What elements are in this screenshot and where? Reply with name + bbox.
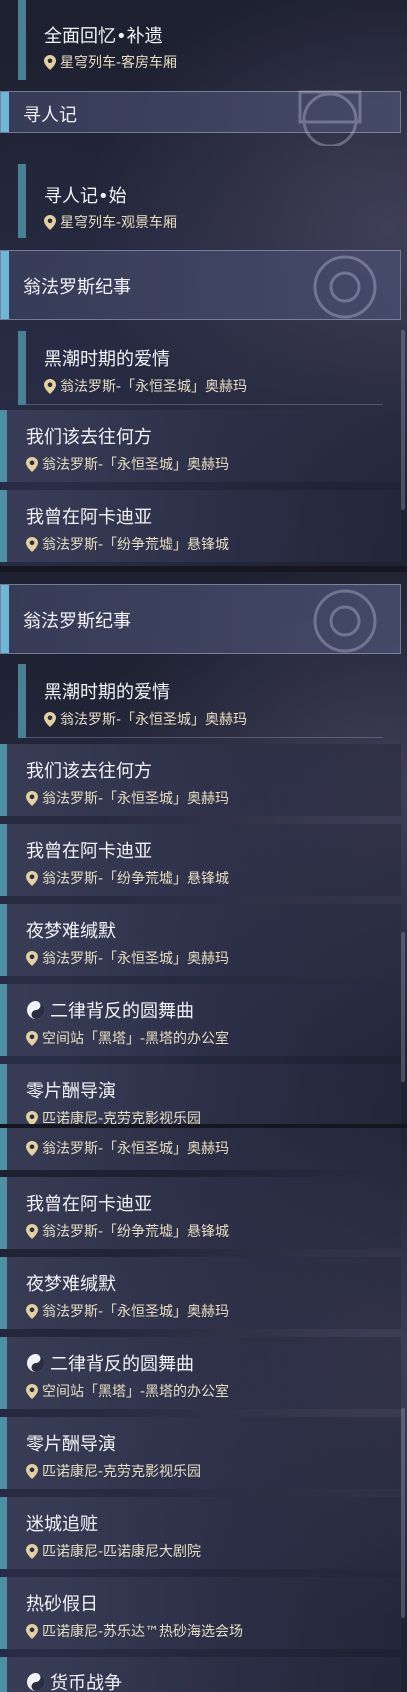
quest-item[interactable]: 夜梦难缄默 翁法罗斯-「永恒圣城」奥赫玛 (0, 904, 401, 976)
section-emblem-icon (298, 90, 362, 146)
section-title: 翁法罗斯纪事 (23, 277, 131, 298)
quest-title: 二律背反的圆舞曲 (26, 997, 194, 1023)
quest-location: 翁法罗斯-「永恒圣城」奥赫玛 (26, 1138, 229, 1158)
quest-item[interactable]: 零片酬导演 匹诺康尼-克劳克影视乐园 (0, 1064, 401, 1124)
quest-item[interactable]: 零片酬导演 匹诺康尼-克劳克影视乐园 (0, 1417, 401, 1489)
quest-item[interactable]: 热砂假日 匹诺康尼-苏乐达™热砂海选会场 (0, 1577, 401, 1649)
quest-location: 翁法罗斯-「永恒圣城」奥赫玛 (26, 1301, 229, 1321)
scrollbar[interactable] (401, 1408, 405, 1618)
quest-location: 星穹列车-观景车厢 (44, 212, 177, 232)
quest-title: 我们该去往何方 (26, 761, 152, 782)
quest-item[interactable]: 黑潮时期的爱情 翁法罗斯-「永恒圣城」奥赫玛 (0, 331, 407, 405)
quest-title: 我们该去往何方 (26, 427, 152, 448)
quest-title: 货币战争 (26, 1669, 122, 1692)
scrollbar[interactable] (401, 932, 405, 1082)
quest-title: 夜梦难缄默 (26, 1274, 116, 1295)
location-pin-icon (26, 537, 38, 552)
quest-title: 迷城追赃 (26, 1514, 98, 1535)
screen: { "panel1": { "rows": [ {"kind":"sub","t… (0, 0, 407, 1692)
section-title: 寻人记 (23, 105, 77, 126)
yin-yang-icon (27, 1673, 45, 1691)
location-pin-icon (44, 215, 56, 230)
location-pin-icon (26, 1464, 38, 1479)
quest-location: 翁法罗斯-「纷争荒墟」悬锋城 (26, 534, 229, 554)
quest-title: 黑潮时期的爱情 (44, 682, 170, 703)
quest-title: 全面回忆•补遗 (44, 26, 163, 47)
quest-location: 翁法罗斯-「永恒圣城」奥赫玛 (26, 454, 229, 474)
quest-title: 零片酬导演 (26, 1081, 116, 1102)
quest-title: 夜梦难缄默 (26, 921, 116, 942)
section-emblem-icon (313, 589, 377, 653)
location-pin-icon (26, 871, 38, 886)
location-pin-icon (44, 712, 56, 727)
location-pin-icon (44, 55, 56, 70)
quest-location: 空间站「黑塔」-黑塔的办公室 (26, 1028, 229, 1048)
yin-yang-icon (27, 1354, 45, 1372)
location-pin-icon (26, 1624, 38, 1639)
quest-item[interactable]: 货币战争 (0, 1657, 401, 1692)
location-pin-icon (26, 1384, 38, 1399)
quest-title: 寻人记•始 (44, 186, 127, 207)
quest-list-panel-2: 翁法罗斯纪事 黑潮时期的爱情 翁法罗斯-「永恒圣城」奥赫玛 我们该去往何方 翁法… (0, 572, 407, 1124)
section-header[interactable]: 翁法罗斯纪事 (0, 584, 401, 654)
quest-title: 我曾在阿卡迪亚 (26, 507, 152, 528)
quest-title: 我曾在阿卡迪亚 (26, 1194, 152, 1215)
quest-item[interactable]: 全面回忆•补遗 星穹列车-客房车厢 (0, 0, 407, 80)
section-title: 翁法罗斯纪事 (23, 611, 131, 632)
quest-item[interactable]: 寻人记•始 星穹列车-观景车厢 (0, 164, 407, 238)
quest-item[interactable]: 我曾在阿卡迪亚 翁法罗斯-「纷争荒墟」悬锋城 (0, 490, 401, 562)
location-pin-icon (26, 1111, 38, 1124)
quest-item[interactable]: 二律背反的圆舞曲 空间站「黑塔」-黑塔的办公室 (0, 984, 401, 1056)
quest-location: 匹诺康尼-克劳克影视乐园 (26, 1461, 201, 1481)
quest-item[interactable]: 我们该去往何方 翁法罗斯-「永恒圣城」奥赫玛 (0, 410, 401, 482)
quest-item[interactable]: 夜梦难缄默 翁法罗斯-「永恒圣城」奥赫玛 (0, 1257, 401, 1329)
quest-location: 匹诺康尼-克劳克影视乐园 (26, 1108, 201, 1124)
quest-location: 翁法罗斯-「纷争荒墟」悬锋城 (26, 868, 229, 888)
quest-list-panel-3: 翁法罗斯-「永恒圣城」奥赫玛 我曾在阿卡迪亚 翁法罗斯-「纷争荒墟」悬锋城 夜梦… (0, 1128, 407, 1692)
quest-title: 黑潮时期的爱情 (44, 349, 170, 370)
quest-location: 匹诺康尼-匹诺康尼大剧院 (26, 1541, 201, 1561)
yin-yang-icon (27, 1001, 45, 1019)
quest-location: 翁法罗斯-「纷争荒墟」悬锋城 (26, 1221, 229, 1241)
location-pin-icon (26, 1224, 38, 1239)
quest-location: 翁法罗斯-「永恒圣城」奥赫玛 (44, 376, 247, 396)
quest-item[interactable]: 我曾在阿卡迪亚 翁法罗斯-「纷争荒墟」悬锋城 (0, 1177, 401, 1249)
location-pin-icon (26, 1031, 38, 1046)
quest-location: 翁法罗斯-「永恒圣城」奥赫玛 (26, 788, 229, 808)
quest-location: 翁法罗斯-「永恒圣城」奥赫玛 (26, 948, 229, 968)
location-pin-icon (26, 457, 38, 472)
section-header[interactable]: 寻人记 (0, 90, 401, 146)
quest-list-panel-1: 全面回忆•补遗 星穹列车-客房车厢 寻人记 寻人记•始 星穹列车-观景车厢 翁法… (0, 0, 407, 566)
quest-location: 空间站「黑塔」-黑塔的办公室 (26, 1381, 229, 1401)
quest-item[interactable]: 我们该去往何方 翁法罗斯-「永恒圣城」奥赫玛 (0, 744, 401, 816)
quest-item[interactable]: 翁法罗斯-「永恒圣城」奥赫玛 (0, 1128, 401, 1170)
quest-location: 翁法罗斯-「永恒圣城」奥赫玛 (44, 709, 247, 729)
quest-title: 零片酬导演 (26, 1434, 116, 1455)
quest-item[interactable]: 二律背反的圆舞曲 空间站「黑塔」-黑塔的办公室 (0, 1337, 401, 1409)
location-pin-icon (26, 1141, 38, 1156)
location-pin-icon (26, 1544, 38, 1559)
location-pin-icon (26, 791, 38, 806)
location-pin-icon (26, 1304, 38, 1319)
section-header[interactable]: 翁法罗斯纪事 (0, 250, 401, 320)
location-pin-icon (26, 951, 38, 966)
location-pin-icon (44, 379, 56, 394)
quest-item[interactable]: 迷城追赃 匹诺康尼-匹诺康尼大剧院 (0, 1497, 401, 1569)
quest-title: 我曾在阿卡迪亚 (26, 841, 152, 862)
quest-location: 匹诺康尼-苏乐达™热砂海选会场 (26, 1621, 243, 1641)
quest-location: 星穹列车-客房车厢 (44, 52, 177, 72)
section-emblem-icon (313, 255, 377, 319)
quest-title: 二律背反的圆舞曲 (26, 1350, 194, 1376)
quest-item[interactable]: 黑潮时期的爱情 翁法罗斯-「永恒圣城」奥赫玛 (0, 664, 407, 738)
quest-item[interactable]: 我曾在阿卡迪亚 翁法罗斯-「纷争荒墟」悬锋城 (0, 824, 401, 896)
quest-title: 热砂假日 (26, 1594, 98, 1615)
